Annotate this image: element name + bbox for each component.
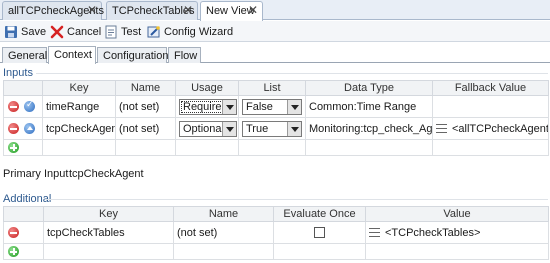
table-row: tcpCheckTables (not set) <TCPcheckTables… <box>3 221 549 244</box>
test-page-icon <box>105 25 117 39</box>
editor-tab-strip: allTCPcheckAgents ✕ TCPcheckTables ✕ New… <box>0 0 550 21</box>
close-icon[interactable]: ✕ <box>87 3 97 17</box>
table-row-new <box>3 243 549 260</box>
editor-tab-allTCPcheckAgents[interactable]: allTCPcheckAgents ✕ <box>2 1 104 20</box>
list-icon <box>369 228 380 238</box>
tab-flow[interactable]: Flow <box>168 47 201 63</box>
section-divider <box>36 73 548 74</box>
wizard-icon <box>147 26 160 38</box>
table-header-row: Key Name Evaluate Once Value <box>3 206 549 222</box>
chevron-down-icon[interactable] <box>287 99 301 114</box>
tab-context[interactable]: Context <box>48 46 96 64</box>
save-button[interactable]: Save <box>4 24 46 40</box>
editor-tab-TCPcheckTables[interactable]: TCPcheckTables ✕ <box>106 1 198 20</box>
close-icon[interactable]: ✕ <box>248 3 258 17</box>
cancel-button[interactable]: Cancel <box>50 24 101 40</box>
remove-row-icon[interactable] <box>8 227 19 239</box>
input-key-cell[interactable]: timeRange <box>42 95 116 118</box>
remove-row-icon[interactable] <box>8 123 19 135</box>
floppy-disk-icon <box>5 26 17 38</box>
chevron-down-icon[interactable] <box>287 121 301 136</box>
fallback-value-cell[interactable] <box>432 95 549 118</box>
move-up-icon[interactable] <box>24 123 35 135</box>
tab-configuration[interactable]: Configuration <box>97 47 168 63</box>
check-icon[interactable] <box>24 99 35 113</box>
test-button[interactable]: Test <box>104 24 142 40</box>
config-wizard-button[interactable]: Config Wizard <box>147 24 233 40</box>
list-select[interactable]: True <box>242 120 302 137</box>
tab-general[interactable]: General <box>2 47 47 63</box>
input-name-cell[interactable]: (not set) <box>115 117 176 140</box>
view-sub-tabs: General Context Configuration Flow <box>0 46 550 64</box>
table-row-new <box>3 139 549 156</box>
column-header-value: Value <box>365 206 549 222</box>
editor-tab-new-view[interactable]: New View ✕ <box>200 1 263 21</box>
additional-name-cell[interactable]: (not set) <box>173 221 274 244</box>
list-icon <box>436 124 447 134</box>
additional-value-cell[interactable]: <TCPcheckTables> <box>365 221 549 244</box>
column-header-name: Name <box>173 206 274 222</box>
table-row: timeRange (not set) Required False Commo… <box>3 95 549 118</box>
remove-row-icon[interactable] <box>8 101 19 113</box>
inputs-section-label: Inputs <box>3 67 33 79</box>
column-header-key: Key <box>42 80 116 96</box>
table-header-row: Key Name Usage List Data Type Fallback V… <box>3 80 549 96</box>
primary-input-value[interactable]: tcpCheckAgent <box>69 168 144 180</box>
column-header-usage: Usage <box>175 80 239 96</box>
section-divider <box>45 199 548 200</box>
input-key-cell[interactable]: tcpCheckAgent <box>42 117 116 140</box>
column-header-data-type: Data Type <box>305 80 433 96</box>
toolbar: Save Cancel Test Config Wizard <box>0 21 550 42</box>
column-header-list: List <box>238 80 306 96</box>
data-type-cell[interactable]: Common:Time Range <box>305 95 433 118</box>
chevron-down-icon[interactable] <box>222 99 236 114</box>
fallback-value-cell[interactable]: <allTCPcheckAgents> <box>432 117 549 140</box>
column-header-fallback-value: Fallback Value <box>432 80 549 96</box>
usage-select[interactable]: Required <box>179 98 237 115</box>
column-header-name: Name <box>115 80 176 96</box>
inputs-table: Key Name Usage List Data Type Fallback V… <box>3 80 549 156</box>
add-row-icon[interactable] <box>8 142 19 154</box>
primary-input-label: Primary Input <box>3 168 69 180</box>
input-name-cell[interactable]: (not set) <box>115 95 176 118</box>
usage-select[interactable]: Optional <box>179 120 237 137</box>
column-header-key: Key <box>43 206 174 222</box>
evaluate-once-checkbox[interactable] <box>314 227 325 239</box>
add-row-icon[interactable] <box>8 246 19 258</box>
additional-key-cell[interactable]: tcpCheckTables <box>43 221 174 244</box>
additional-table: Key Name Evaluate Once Value tcpCheckTab… <box>3 206 549 260</box>
red-x-icon <box>50 25 64 39</box>
close-icon[interactable]: ✕ <box>183 3 193 17</box>
table-row: tcpCheckAgent (not set) Optional True Mo… <box>3 117 549 140</box>
list-select[interactable]: False <box>242 98 302 115</box>
chevron-down-icon[interactable] <box>222 121 236 136</box>
data-type-cell[interactable]: Monitoring:tcp_check_Agent <box>305 117 433 140</box>
column-header-evaluate-once: Evaluate Once <box>273 206 366 222</box>
